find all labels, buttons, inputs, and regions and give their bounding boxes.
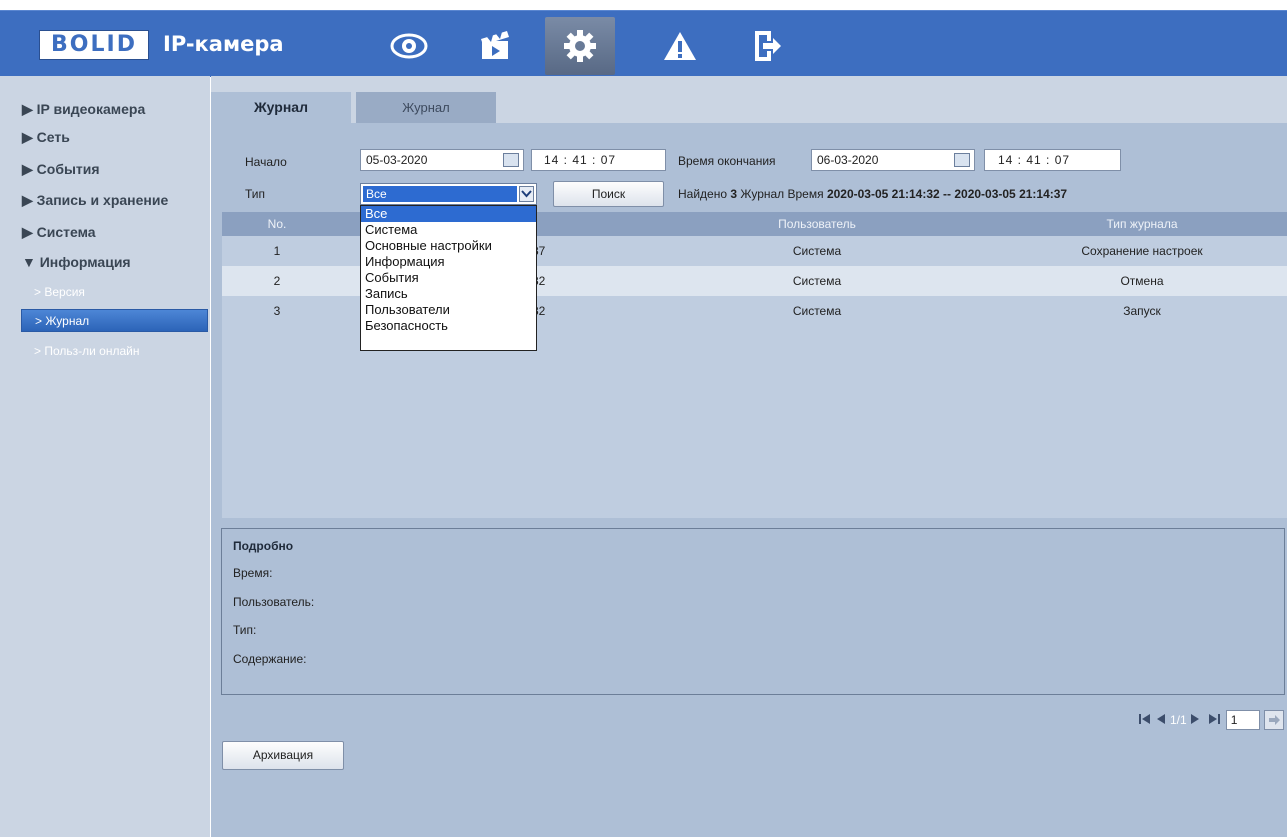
first-page-icon[interactable] [1139, 713, 1153, 727]
details-time-label: Время: [233, 566, 273, 580]
start-date-field[interactable]: 05-03-2020 [360, 149, 524, 171]
start-date-value: 05-03-2020 [366, 153, 428, 167]
cell-no: 3 [273, 304, 281, 318]
dropdown-option[interactable]: Информация [361, 254, 536, 270]
calendar-icon[interactable] [954, 153, 970, 167]
logo: BOLID [39, 30, 149, 60]
go-page-icon[interactable] [1263, 710, 1284, 730]
sidebar: ▶ IP видеокамера ▶ Сеть ▶ События ▶ Запи… [0, 76, 210, 837]
type-select-value: Все [363, 186, 517, 202]
chevron-down-icon[interactable] [519, 186, 534, 202]
type-dropdown-list: Все Система Основные настройки Информаци… [360, 205, 537, 351]
dropdown-option[interactable]: События [361, 270, 536, 286]
cell-no: 2 [273, 274, 281, 288]
sidebar-subitem-journal[interactable]: > Журнал [21, 309, 208, 332]
next-page-icon[interactable] [1190, 713, 1204, 727]
dropdown-option[interactable]: Безопасность [361, 318, 536, 334]
last-page-icon[interactable] [1208, 713, 1222, 727]
dropdown-option[interactable]: Основные настройки [361, 238, 536, 254]
type-select[interactable]: Все [360, 183, 537, 205]
cell-user: Система [792, 304, 842, 318]
pagination: 1/1 1 [1139, 708, 1284, 732]
details-user-label: Пользователь: [233, 595, 315, 609]
start-label: Начало [245, 155, 287, 169]
cell-log-type: Запуск [1123, 304, 1161, 318]
dropdown-option[interactable]: Система [361, 222, 536, 238]
tab-journal-secondary[interactable]: Журнал [356, 92, 496, 123]
cell-time: 32 [532, 304, 546, 318]
tab-strip: Журнал Журнал [211, 76, 1287, 123]
search-result-summary: Найдено 3 Журнал Время 2020-03-05 21:14:… [678, 187, 1067, 201]
tab-journal[interactable]: Журнал [211, 92, 351, 123]
app-title: IP-камера [163, 32, 284, 56]
sidebar-subitem-version[interactable]: > Версия [34, 285, 85, 299]
top-navigation-bar: BOLID IP-камера [0, 10, 1287, 77]
end-time-field[interactable]: 14 : 41 : 07 [984, 149, 1121, 171]
playback-icon[interactable] [462, 17, 528, 75]
sidebar-item-system[interactable]: ▶ Система [22, 224, 96, 241]
end-date-value: 06-03-2020 [817, 153, 879, 167]
dropdown-option[interactable]: Запись [361, 286, 536, 302]
found-prefix: Найдено [678, 187, 731, 201]
sidebar-subitem-online-users[interactable]: > Польз-ли онлайн [34, 344, 139, 358]
sidebar-item-ip-camera[interactable]: ▶ IP видеокамера [22, 101, 145, 118]
sidebar-item-network[interactable]: ▶ Сеть [22, 129, 70, 146]
sidebar-item-events[interactable]: ▶ События [22, 161, 100, 178]
page-number-input[interactable]: 1 [1225, 710, 1260, 730]
column-header-no: No. [267, 217, 287, 231]
page-indicator: 1/1 [1170, 713, 1187, 727]
main-panel: Журнал Журнал Начало 05-03-2020 14 : 41 … [211, 76, 1287, 837]
dropdown-option[interactable]: Все [361, 206, 536, 222]
column-header-log-type: Тип журнала [1106, 217, 1178, 231]
settings-icon[interactable] [545, 17, 615, 75]
type-label: Тип [245, 187, 266, 201]
alarm-icon[interactable] [647, 17, 713, 75]
sidebar-item-information[interactable]: ▼ Информация [22, 254, 131, 270]
details-panel: Подробно Время: Пользователь: Тип: Содер… [221, 528, 1285, 695]
cell-no: 1 [273, 244, 281, 258]
dropdown-option[interactable]: Пользователи [361, 302, 536, 318]
calendar-icon[interactable] [503, 153, 519, 167]
start-time-field[interactable]: 14 : 41 : 07 [531, 149, 666, 171]
live-view-icon[interactable] [376, 17, 442, 75]
details-title: Подробно [233, 539, 294, 553]
end-label: Время окончания [678, 154, 776, 168]
previous-page-icon[interactable] [1156, 713, 1170, 727]
sidebar-item-storage[interactable]: ▶ Запись и хранение [22, 192, 168, 209]
cell-time: 32 [532, 274, 546, 288]
cell-log-type: Отмена [1120, 274, 1164, 288]
cell-user: Система [792, 244, 842, 258]
details-content-label: Содержание: [233, 652, 307, 666]
logo-text: BOLID [51, 32, 137, 57]
search-button[interactable]: Поиск [553, 181, 664, 207]
details-type-label: Тип: [233, 623, 257, 637]
cell-time: 37 [532, 244, 546, 258]
cell-user: Система [792, 274, 842, 288]
cell-log-type: Сохранение настроек [1081, 244, 1203, 258]
found-mid: Журнал Время [737, 187, 827, 201]
found-range: 2020-03-05 21:14:32 -- 2020-03-05 21:14:… [826, 187, 1068, 201]
column-header-user: Пользователь [778, 217, 856, 231]
end-date-field[interactable]: 06-03-2020 [811, 149, 975, 171]
archive-button[interactable]: Архивация [222, 741, 344, 770]
logout-icon[interactable] [733, 17, 799, 75]
